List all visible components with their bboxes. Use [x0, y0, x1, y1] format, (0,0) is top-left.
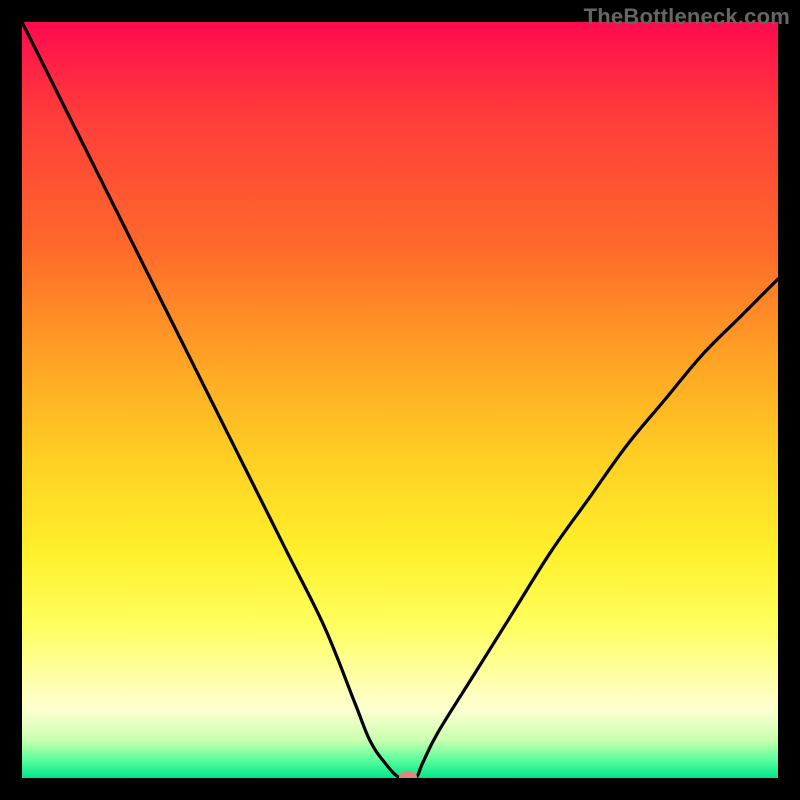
bottleneck-curve — [22, 22, 778, 778]
optimal-marker — [399, 771, 417, 778]
watermark-text: TheBottleneck.com — [584, 4, 790, 30]
chart-frame: TheBottleneck.com — [0, 0, 800, 800]
plot-area — [22, 22, 778, 778]
